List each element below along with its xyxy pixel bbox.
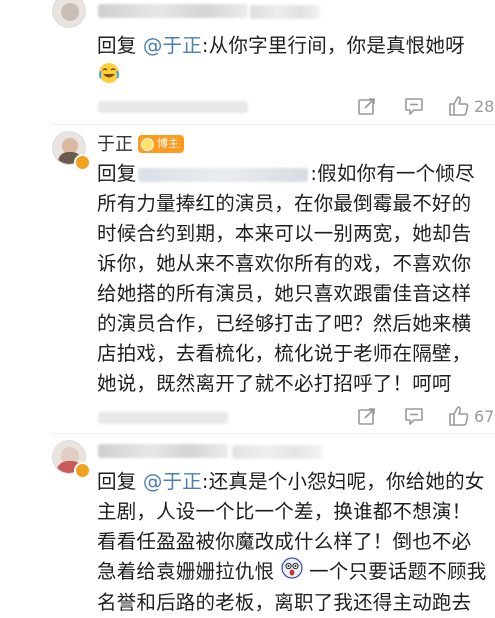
- reply-body: :从你字里行间，你是真恨她呀: [201, 34, 465, 57]
- blogger-badge: 博主: [138, 135, 184, 153]
- like-button[interactable]: 67: [448, 405, 494, 427]
- timestamp-blurred: [98, 101, 248, 113]
- reply-line-4: 急着给袁姗姗拉仇恨 一个只要话题不顾我: [97, 557, 495, 588]
- reply-line-2: 所有力量捧红的演员，在你最倒霉最不好的: [97, 192, 472, 215]
- reply-line-4b: 一个只要话题不顾我: [309, 560, 487, 583]
- reply-line: 回复 :假如你有一个倾尽: [97, 159, 489, 189]
- like-button[interactable]: 28: [448, 95, 494, 117]
- username-blurred[interactable]: [98, 444, 228, 458]
- crying-laughing-emoji: [98, 62, 120, 88]
- username-blurred-extra: [250, 5, 320, 19]
- username-blurred-extra: [232, 445, 322, 459]
- reply-text: 回复 @于正:还真是个小怨妇呢，你给她的女 主剧，人设一个比一个差，换谁都不想演…: [97, 467, 495, 618]
- avatar[interactable]: [52, 0, 86, 28]
- reply-line-5: 给她搭的所有演员，她只喜欢跟雷佳音这样: [97, 282, 472, 305]
- comment-icon[interactable]: [404, 96, 424, 116]
- reply-prefix: 回复: [97, 470, 137, 493]
- reply-line-3: 时候合约到期，本来可以一别两宽，她却告: [97, 222, 472, 245]
- share-icon[interactable]: [357, 406, 377, 426]
- thumbs-up-icon: [449, 96, 469, 116]
- like-count: 28: [474, 96, 495, 116]
- divider: [52, 124, 495, 125]
- divider: [52, 433, 495, 434]
- like-count: 67: [474, 406, 495, 426]
- reply-line-4a: 急着给袁姗姗拉仇恨: [97, 560, 275, 583]
- reply-line-4: 诉你，她从来不喜欢你所有的戏，不喜欢你: [97, 252, 472, 275]
- verified-badge: [74, 462, 91, 479]
- comment-icon[interactable]: [404, 406, 424, 426]
- mention-blurred[interactable]: [138, 167, 309, 182]
- reply-line-3: 看看任盈盈被你魔改成什么样了！倒也不必: [97, 530, 472, 553]
- share-icon[interactable]: [357, 96, 377, 116]
- reply-line-7: 店拍戏，去看梳化，梳化说于老师在隔壁，: [97, 342, 472, 365]
- reply-text: 回复 :假如你有一个倾尽 所有力量捧红的演员，在你最倒霉最不好的 时候合约到期，本…: [97, 159, 489, 399]
- reply-text: 回复 @于正:从你字里行间，你是真恨她呀: [97, 31, 487, 61]
- verified-badge: [74, 154, 91, 171]
- blogger-badge-label: 博主: [157, 137, 179, 150]
- mention-link[interactable]: @于正: [143, 470, 202, 493]
- reply-line-8: 她说，既然离开了就不必打招呼了！呵呵: [97, 372, 452, 395]
- reply-line-2: 主剧，人设一个比一个差，换谁都不想演！: [97, 500, 472, 523]
- reply-prefix: 回复: [97, 34, 137, 57]
- reply-prefix: 回复: [97, 162, 137, 185]
- username-blurred[interactable]: [98, 4, 248, 18]
- author-name[interactable]: 于正: [97, 130, 133, 156]
- reply-line: 回复 @于正:还真是个小怨妇呢，你给她的女: [97, 467, 495, 497]
- timestamp-blurred: [98, 412, 228, 424]
- scared-face-emoji: [281, 557, 303, 588]
- reply-line-1: :假如你有一个倾尽: [310, 162, 475, 185]
- reply-line-6: 的演员合作，已经够打击了吧？然后她来横: [97, 312, 472, 335]
- reply-line-1: :还真是个小怨妇呢，你给她的女: [201, 470, 485, 493]
- mention-link[interactable]: @于正: [143, 34, 202, 57]
- thumbs-up-icon: [449, 406, 469, 426]
- reply-line-5: 名誉和后路的老板，离职了我还得主动跑去: [97, 591, 472, 614]
